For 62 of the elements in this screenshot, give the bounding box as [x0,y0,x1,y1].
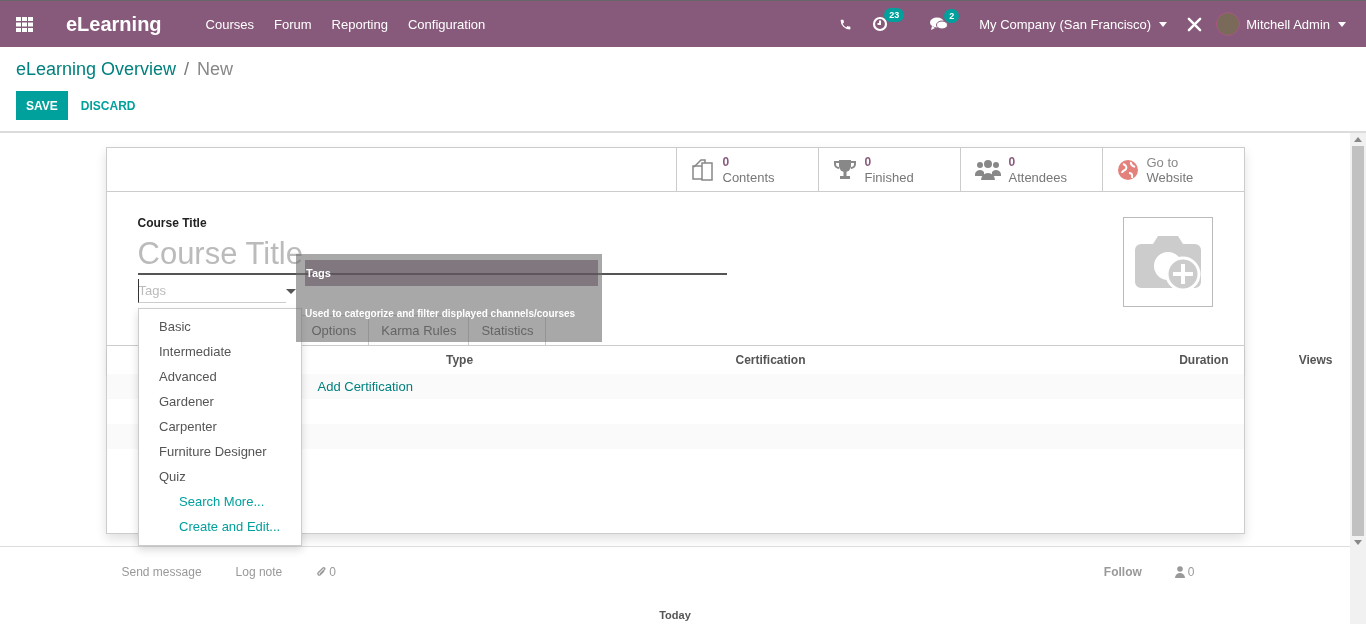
column-header: Duration [1178,353,1229,367]
count-badge: 23 [884,8,905,22]
dropdown-option[interactable]: Gardener [139,389,301,414]
breadcrumb-link[interactable]: eLearning Overview [16,59,177,80]
follower-count: 0 [1187,565,1195,579]
date-separator: Today [659,609,691,621]
stat-value: Go to [1146,154,1180,170]
clock-icon[interactable] [872,16,889,32]
breadcrumb-current: New [197,59,234,80]
menu-link[interactable]: Reporting [331,16,388,32]
attachments-link[interactable]: 0 [316,565,336,579]
tags-input[interactable]: Tags [137,279,286,303]
phone-icon[interactable] [839,17,853,31]
stat-label: Finished [864,169,914,185]
stat-button[interactable]: Go to Website [1101,148,1244,191]
field-label: Course Title [137,216,208,230]
company-switcher[interactable]: My Company (San Francisco) [979,16,1168,32]
dropdown-action[interactable]: Search More... [139,489,301,514]
person-icon [1174,566,1185,578]
menu-link[interactable]: Configuration [407,16,486,32]
menu-link[interactable]: Forum [274,16,312,32]
menu-link[interactable]: Courses [205,16,254,32]
dropdown-option[interactable]: Quiz [139,464,301,489]
log-note-link[interactable]: Log note [235,565,283,579]
followers-button[interactable]: 0 [1174,565,1195,579]
stat-label: Attendees [1008,169,1068,185]
attachment-count: 0 [329,565,336,579]
camera-plus-icon [1132,234,1203,290]
dropdown-option[interactable]: Carpenter [139,414,301,439]
count-badge: 2 [944,9,960,23]
dropdown-action[interactable]: Create and Edit... [139,514,301,539]
apps-menu-icon[interactable] [16,16,33,32]
paperclip-icon [316,566,327,578]
user-menu[interactable]: Mitchell Admin [1246,16,1346,32]
column-header: Views [1297,353,1334,367]
follow-button[interactable]: Follow [1103,565,1142,579]
scrollbar[interactable] [1350,133,1366,624]
chat-bubbles-icon[interactable] [930,17,949,31]
tooltip-title: Tags [305,260,598,286]
stat-label: Contents [722,169,775,185]
discard-button[interactable]: DISCARD [70,91,146,120]
breadcrumb-separator: / [184,59,190,80]
app-name: eLearning [66,12,162,36]
dropdown-option[interactable]: Intermediate [139,339,301,364]
column-header: Certification [734,353,807,367]
copy-icon [690,157,715,182]
add-certification-link[interactable]: Add Certification [317,379,413,394]
stat-value: 0 [722,154,731,170]
people-icon [974,157,1001,182]
trophy-icon [832,157,857,182]
dropdown-option[interactable]: Advanced [139,364,301,389]
send-message-link[interactable]: Send message [121,565,202,579]
globe-icon [1116,158,1139,181]
stat-button[interactable]: 0 Contents [675,148,818,191]
stat-value: 0 [1008,154,1017,170]
stat-button[interactable]: 0 Attendees [959,148,1102,191]
dropdown-option[interactable]: Furniture Designer [139,439,301,464]
column-header: Type [444,353,475,367]
save-button[interactable]: SAVE [16,91,68,120]
stat-value: 0 [864,154,873,170]
stat-button[interactable]: 0 Finished [817,148,960,191]
stat-label: Website [1146,169,1194,185]
